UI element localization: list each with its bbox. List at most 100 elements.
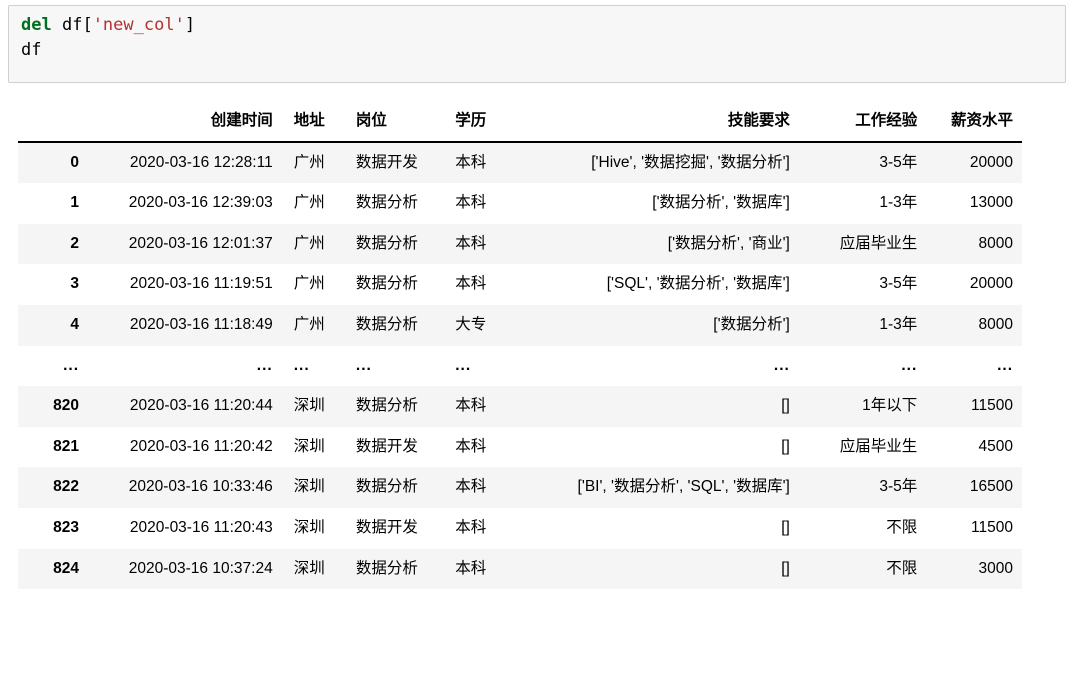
cell-education: 本科 bbox=[455, 153, 487, 171]
cell-skills: [] bbox=[781, 437, 790, 455]
table-row: 4 2020-03-16 11:18:49 广州 数据分析 大专 ['数据分析'] 1-3年… bbox=[18, 304, 1022, 346]
cell-created_time: 2020-03-16 12:01:37 bbox=[128, 234, 273, 252]
code-cell[interactable]: del df['new_col'] df bbox=[8, 5, 1066, 83]
cell-salary: 20000 bbox=[969, 275, 1013, 293]
cell-city: 广州 bbox=[293, 194, 325, 212]
cell-education: ... bbox=[455, 356, 472, 374]
cell-experience: 1-3年 bbox=[879, 194, 918, 212]
header-experience: 工作经验 bbox=[855, 112, 918, 129]
cell-skills: ... bbox=[773, 356, 790, 374]
header-city: 地址 bbox=[293, 112, 325, 129]
code-token-kw: del bbox=[21, 15, 52, 35]
cell-created_time: 2020-03-16 11:18:49 bbox=[129, 315, 273, 333]
table-row: 823 2020-03-16 11:20:43 深圳 数据开发 本科 [] 不限 11500 bbox=[18, 507, 1022, 549]
cell-skills: [] bbox=[781, 518, 790, 536]
code-token-punc: [ bbox=[82, 15, 93, 35]
cell-city: 深圳 bbox=[293, 518, 325, 536]
cell-salary: 8000 bbox=[978, 315, 1013, 333]
cell-created_time: 2020-03-16 12:28:11 bbox=[129, 153, 273, 171]
cell-education: 本科 bbox=[455, 397, 487, 415]
cell-created_time: 2020-03-16 10:33:46 bbox=[128, 478, 273, 496]
table-row: 824 2020-03-16 10:37:24 深圳 数据分析 本科 [] 不限 3000 bbox=[18, 548, 1022, 590]
cell-position: 数据开发 bbox=[355, 437, 418, 455]
cell-skills: ['SQL', '数据分析', '数据库'] bbox=[606, 275, 790, 293]
cell-education: 本科 bbox=[455, 194, 487, 212]
table-header: 创建时间 地址 岗位 学历 技能要求 工作经验 薪资水平 bbox=[18, 104, 1022, 142]
cell-skills: ['Hive', '数据挖掘', '数据分析'] bbox=[591, 153, 790, 171]
cell-created_time: 2020-03-16 11:20:44 bbox=[129, 397, 273, 415]
cell-education: 大专 bbox=[455, 315, 487, 333]
cell-experience: 不限 bbox=[886, 559, 918, 577]
code-line-1: df bbox=[21, 38, 1065, 63]
cell-salary: 11500 bbox=[971, 518, 1013, 536]
cell-education: 本科 bbox=[455, 437, 487, 455]
row-index: 821 bbox=[53, 437, 79, 455]
row-index: 3 bbox=[70, 275, 79, 293]
table-body: 0 2020-03-16 12:28:11 广州 数据开发 本科 ['Hive', '数据… bbox=[18, 141, 1022, 590]
cell-position: 数据分析 bbox=[355, 275, 418, 293]
header-created_time: 创建时间 bbox=[210, 112, 273, 129]
cell-city: 广州 bbox=[293, 234, 325, 252]
cell-city: 广州 bbox=[293, 275, 325, 293]
cell-created_time: 2020-03-16 12:39:03 bbox=[128, 194, 273, 212]
code-token-str: 'new_col' bbox=[92, 15, 185, 35]
cell-city: 深圳 bbox=[293, 478, 325, 496]
row-index: 824 bbox=[53, 559, 79, 577]
cell-experience: 1年以下 bbox=[862, 397, 918, 415]
dataframe-table: 创建时间 地址 岗位 学历 技能要求 工作经验 薪资水平 0 2020-03-16 12:28… bbox=[18, 104, 1022, 590]
cell-created_time: 2020-03-16 11:19:51 bbox=[129, 275, 273, 293]
cell-education: 本科 bbox=[455, 559, 487, 577]
cell-skills: ['数据分析', '数据库'] bbox=[652, 194, 790, 212]
cell-position: 数据开发 bbox=[355, 518, 418, 536]
cell-salary: 8000 bbox=[978, 234, 1013, 252]
table-row: 820 2020-03-16 11:20:44 深圳 数据分析 本科 [] 1年以下 1150… bbox=[18, 386, 1022, 427]
header-salary: 薪资水平 bbox=[950, 112, 1013, 129]
row-index: 820 bbox=[53, 397, 79, 415]
cell-position: 数据分析 bbox=[355, 559, 418, 577]
cell-education: 本科 bbox=[455, 518, 487, 536]
cell-skills: ['数据分析'] bbox=[713, 315, 790, 333]
table-row: 821 2020-03-16 11:20:42 深圳 数据开发 本科 [] 应届毕业生 450… bbox=[18, 426, 1022, 468]
cell-created_time: 2020-03-16 11:20:42 bbox=[129, 437, 273, 455]
row-index: 0 bbox=[70, 153, 79, 171]
cell-education: 本科 bbox=[455, 478, 487, 496]
cell-education: 本科 bbox=[455, 275, 487, 293]
cell-position: 数据分析 bbox=[355, 194, 418, 212]
row-index: ... bbox=[63, 356, 79, 374]
cell-position: 数据分析 bbox=[355, 234, 418, 252]
cell-education: 本科 bbox=[455, 234, 487, 252]
cell-salary: 11500 bbox=[971, 397, 1013, 415]
table-row: 822 2020-03-16 10:33:46 深圳 数据分析 本科 ['BI', '数据… bbox=[18, 467, 1022, 508]
cell-experience: 3-5年 bbox=[879, 153, 918, 171]
cell-city: 深圳 bbox=[293, 397, 325, 415]
row-index: 1 bbox=[70, 194, 79, 212]
cell-position: 数据开发 bbox=[355, 153, 418, 171]
cell-city: 广州 bbox=[293, 153, 325, 171]
cell-experience: 1-3年 bbox=[879, 315, 918, 333]
row-index: 822 bbox=[53, 478, 79, 496]
code-token-punc: ] bbox=[184, 15, 196, 35]
row-index: 823 bbox=[53, 518, 79, 536]
cell-experience: 应届毕业生 bbox=[839, 234, 918, 252]
cell-salary: ... bbox=[997, 356, 1013, 374]
dataframe-output: 创建时间 地址 岗位 学历 技能要求 工作经验 薪资水平 0 2020-03-16 12:28… bbox=[18, 104, 1022, 590]
cell-salary: 3000 bbox=[978, 559, 1013, 577]
table-row: 3 2020-03-16 11:19:51 广州 数据分析 本科 ['SQL', '数据分… bbox=[18, 264, 1022, 305]
table-row: 0 2020-03-16 12:28:11 广州 数据开发 本科 ['Hive', '数据… bbox=[18, 141, 1022, 184]
header-skills: 技能要求 bbox=[727, 112, 790, 129]
row-index: 2 bbox=[70, 234, 79, 252]
table-row: 1 2020-03-16 12:39:03 广州 数据分析 本科 ['数据分析', '数据… bbox=[18, 183, 1022, 224]
cell-position: 数据分析 bbox=[355, 315, 418, 333]
code-source[interactable]: del df['new_col'] df bbox=[21, 13, 1065, 63]
row-index: 4 bbox=[70, 315, 79, 333]
cell-experience: 3-5年 bbox=[879, 478, 918, 496]
cell-city: 深圳 bbox=[293, 559, 325, 577]
cell-salary: 13000 bbox=[969, 194, 1013, 212]
cell-experience: 不限 bbox=[886, 518, 918, 536]
table-row-ellipsis: ........................ bbox=[18, 345, 1022, 387]
header-position: 岗位 bbox=[355, 112, 387, 129]
cell-skills: ['数据分析', '商业'] bbox=[667, 234, 790, 252]
cell-skills: ['BI', '数据分析', 'SQL', '数据库'] bbox=[577, 478, 790, 496]
cell-position: 数据分析 bbox=[355, 397, 418, 415]
cell-city: ... bbox=[293, 356, 310, 374]
